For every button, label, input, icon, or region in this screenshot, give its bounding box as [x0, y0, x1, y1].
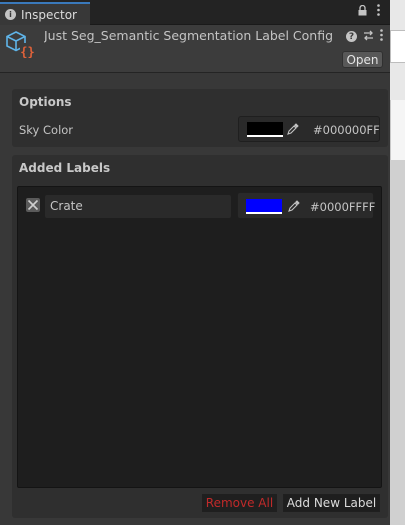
asset-title: Just Seg_Semantic Segmentation Label Con…	[44, 28, 334, 43]
tab-inspector[interactable]: i Inspector	[0, 2, 90, 25]
info-icon: i	[5, 9, 16, 20]
eyedropper-icon[interactable]	[288, 200, 300, 212]
tab-label: Inspector	[21, 7, 77, 22]
inspector-header: {} Just Seg_Semantic Segmentation Label …	[0, 25, 390, 73]
background-scrollbar[interactable]	[390, 160, 405, 525]
sky-color-swatch[interactable]	[247, 122, 283, 137]
label-name-field[interactable]: Crate	[45, 195, 231, 218]
label-color-swatch[interactable]	[246, 199, 282, 214]
background-window-edge	[390, 0, 405, 525]
added-labels-title: Added Labels	[19, 161, 111, 175]
tab-actions	[358, 4, 380, 16]
preset-icon[interactable]	[363, 30, 374, 44]
help-icon[interactable]: ?	[346, 31, 357, 42]
background-field	[390, 30, 405, 63]
label-list: Crate #0000FFFF	[17, 186, 382, 488]
scriptable-object-icon: {}	[6, 30, 36, 60]
sky-color-hex: #000000FF	[313, 123, 380, 137]
label-name: Crate	[50, 199, 83, 213]
header-more-icon[interactable]	[380, 29, 383, 44]
alpha-bar	[246, 212, 282, 214]
options-title: Options	[19, 95, 72, 109]
add-new-label-button[interactable]: Add New Label	[283, 494, 380, 512]
sky-color-field[interactable]: #000000FF	[238, 116, 380, 142]
header-actions: ?	[346, 29, 383, 44]
eyedropper-icon[interactable]	[287, 123, 299, 135]
remove-all-button[interactable]: Remove All	[202, 494, 277, 512]
label-color-field[interactable]: #0000FFFF	[237, 192, 376, 219]
open-button[interactable]: Open	[342, 51, 383, 68]
remove-label-button[interactable]	[26, 198, 40, 212]
tab-bar: i Inspector	[0, 0, 390, 25]
background-panel	[390, 100, 405, 160]
more-options-icon[interactable]	[377, 4, 380, 16]
options-panel: Options Sky Color #000000FF	[12, 89, 388, 147]
label-color-hex: #0000FFFF	[310, 200, 376, 214]
svg-text:{}: {}	[20, 45, 34, 59]
added-labels-panel: Added Labels Crate #0000FFFF	[12, 155, 388, 518]
lock-icon[interactable]	[358, 5, 367, 16]
sky-color-label: Sky Color	[19, 123, 74, 137]
alpha-bar	[247, 135, 283, 137]
